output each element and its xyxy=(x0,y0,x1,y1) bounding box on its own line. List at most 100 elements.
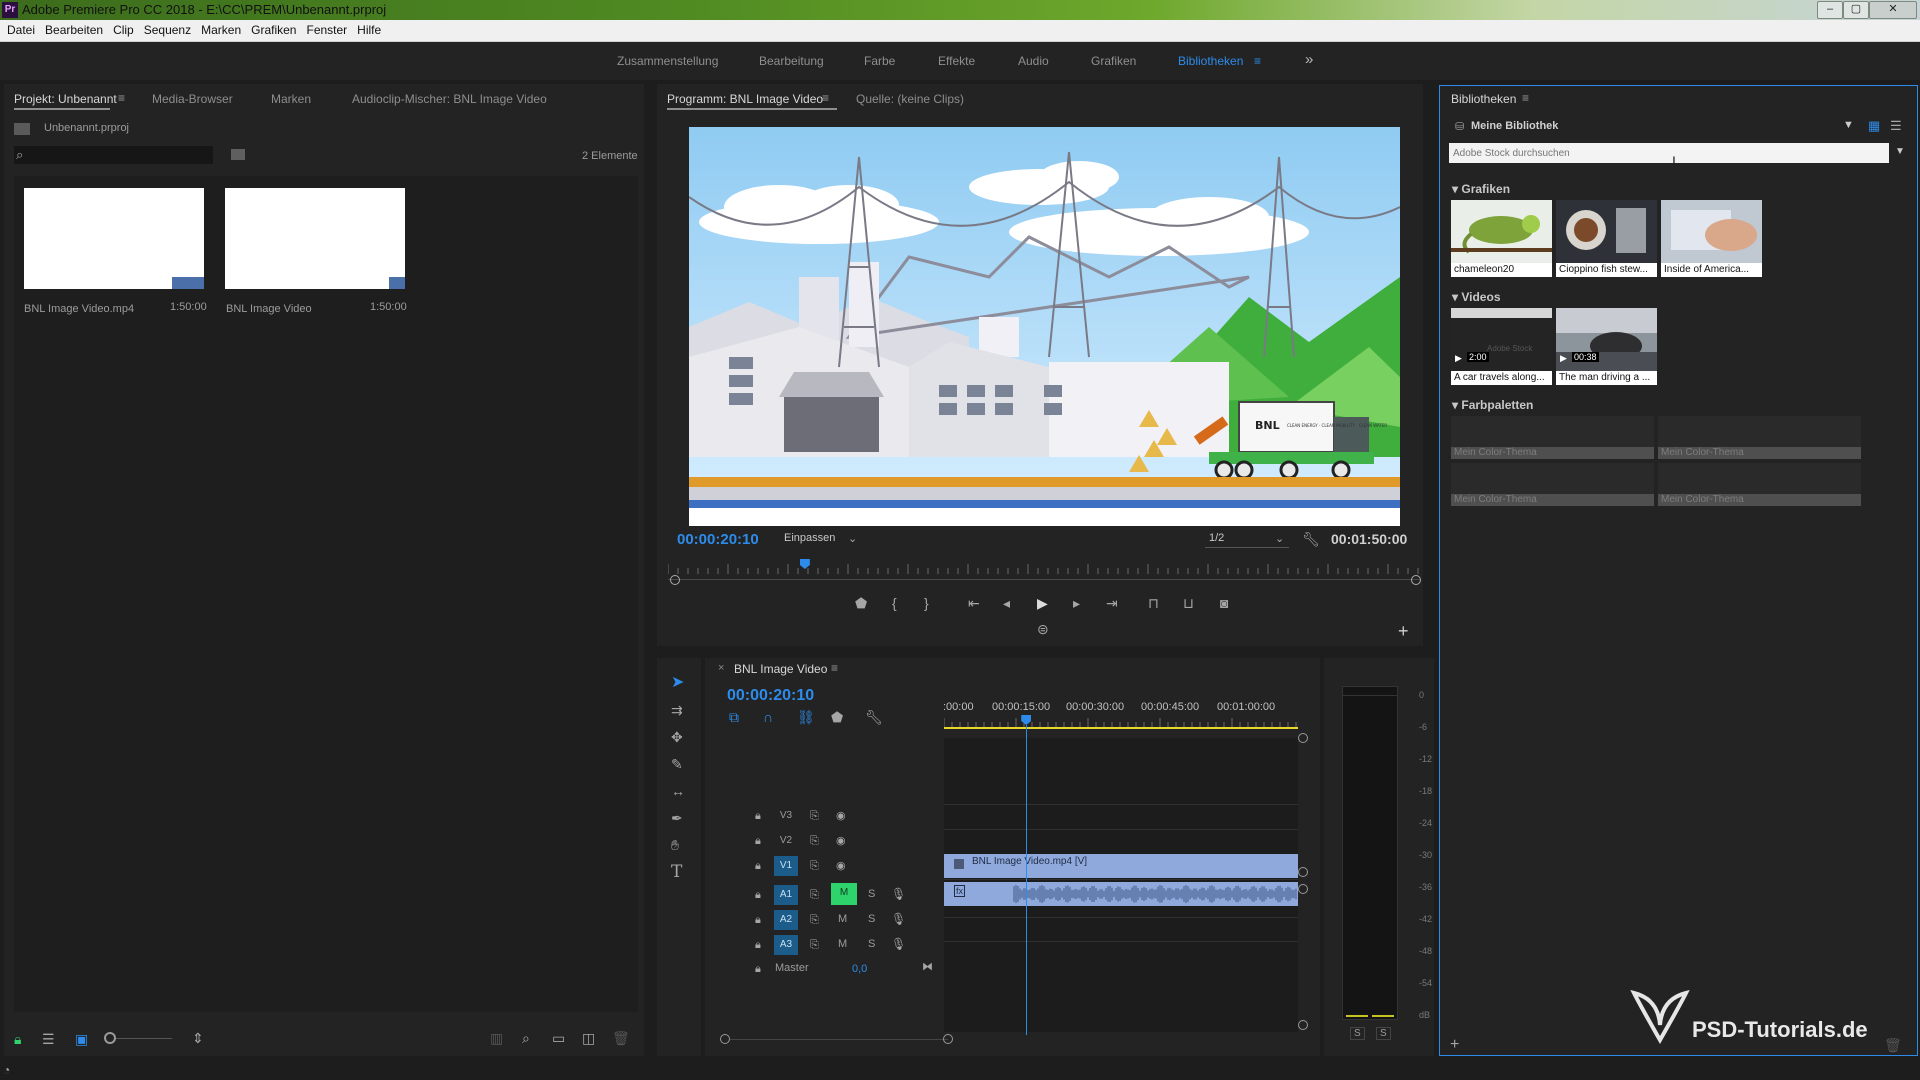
maximize-button[interactable]: ▢ xyxy=(1843,1,1869,19)
workspace-zusammenstellung[interactable]: Zusammenstellung xyxy=(617,54,718,68)
workspace-bibliotheken[interactable]: Bibliotheken xyxy=(1178,54,1243,68)
extract-icon[interactable]: ⊔ xyxy=(1183,596,1194,610)
fit-dropdown[interactable]: Einpassen ⌄ xyxy=(780,531,862,547)
menu-clip[interactable]: Clip xyxy=(113,20,134,41)
tab-source[interactable]: Quelle: (keine Clips) xyxy=(856,92,964,106)
vertical-scroll-handle[interactable] xyxy=(1298,884,1308,894)
project-item-thumbnail[interactable] xyxy=(225,188,405,289)
tab-libraries[interactable]: Bibliotheken xyxy=(1451,92,1516,106)
mark-out-icon[interactable]: } xyxy=(924,596,929,610)
snap-magnet-icon[interactable]: ∩ xyxy=(763,710,773,724)
track-select-tool-icon[interactable]: ⇉ xyxy=(671,703,683,717)
resolution-dropdown[interactable]: 1/2 ⌄ xyxy=(1205,531,1289,548)
project-item-name[interactable]: BNL Image Video xyxy=(226,303,312,315)
library-video-item[interactable]: Adobe Stock ▶ 2:00 A car travels along..… xyxy=(1451,308,1552,385)
project-search-field[interactable]: ⌕ xyxy=(14,146,213,164)
lock-track-icon[interactable]: 🔒︎ xyxy=(755,938,761,952)
project-item-thumbnail[interactable] xyxy=(24,188,204,289)
solo-right-button[interactable]: S xyxy=(1376,1027,1391,1040)
timeline-settings-wrench-icon[interactable]: 🔧︎ xyxy=(865,710,883,724)
vertical-scroll-handle[interactable] xyxy=(1298,1020,1308,1030)
sync-lock-icon[interactable]: ⎘ xyxy=(810,859,819,873)
comparison-view-icon[interactable]: ⊜ xyxy=(1037,622,1049,636)
stock-search-field[interactable] xyxy=(1449,143,1889,163)
lock-track-icon[interactable]: 🔒︎ xyxy=(755,834,761,848)
add-library-item-icon[interactable]: + xyxy=(1450,1037,1459,1053)
workspace-farbe[interactable]: Farbe xyxy=(864,54,895,68)
menu-marken[interactable]: Marken xyxy=(201,20,241,41)
lock-track-icon[interactable]: 🔒︎ xyxy=(755,809,761,823)
program-current-timecode[interactable]: 00:00:20:10 xyxy=(677,531,759,548)
vertical-scroll-handle[interactable] xyxy=(1298,733,1308,743)
color-theme-swatch[interactable]: Mein Color-Thema xyxy=(1658,463,1861,506)
close-tab-icon[interactable]: × xyxy=(718,662,724,674)
solo-button[interactable]: S xyxy=(868,888,875,900)
eye-icon[interactable]: ◉ xyxy=(836,809,846,823)
new-bin-icon[interactable]: ▭ xyxy=(552,1031,565,1045)
go-to-out-icon[interactable]: ⇥ xyxy=(1106,596,1118,610)
ripple-edit-tool-icon[interactable]: ✥ xyxy=(671,730,683,744)
slip-tool-icon[interactable]: ↔ xyxy=(671,784,685,798)
tab-marken[interactable]: Marken xyxy=(271,92,311,106)
linked-selection-icon[interactable]: ⛓︎ xyxy=(797,710,815,724)
new-item-icon[interactable]: ◫ xyxy=(582,1031,595,1045)
project-item-name[interactable]: BNL Image Video.mp4 xyxy=(24,303,134,315)
timeline-menu-icon[interactable]: ≡ xyxy=(831,661,838,675)
zoom-handle-left[interactable] xyxy=(670,575,680,585)
search-scope-caret-icon[interactable]: ▼ xyxy=(1895,146,1905,157)
workspace-menu-icon[interactable]: ≡ xyxy=(1254,54,1261,68)
audio-clip[interactable]: fx xyxy=(944,882,1298,906)
horizontal-scroll-handle[interactable] xyxy=(943,1034,953,1044)
trash-icon[interactable]: 🗑︎ xyxy=(612,1031,630,1045)
section-videos[interactable]: ▾ Videos xyxy=(1452,290,1501,304)
zoom-slider-track[interactable] xyxy=(116,1038,172,1039)
track-v3-label[interactable]: V3 xyxy=(774,806,798,826)
sync-lock-icon[interactable]: ⎘ xyxy=(810,938,819,952)
track-v1-label[interactable]: V1 xyxy=(774,856,798,876)
solo-button[interactable]: S xyxy=(868,938,875,950)
color-theme-swatch[interactable]: Mein Color-Thema xyxy=(1451,416,1654,459)
workspace-audio[interactable]: Audio xyxy=(1018,54,1049,68)
track-a3-label[interactable]: A3 xyxy=(774,935,798,955)
razor-tool-icon[interactable]: ✎ xyxy=(671,757,683,771)
project-search-input[interactable] xyxy=(34,147,208,163)
stock-search-input[interactable] xyxy=(1451,145,1885,162)
new-bin-from-search-icon[interactable] xyxy=(231,149,245,160)
pen-tool-icon[interactable]: ✒ xyxy=(671,811,683,825)
go-to-in-out-icon[interactable]: ⧓ xyxy=(922,960,933,974)
tab-project[interactable]: Projekt: Unbenannt xyxy=(14,92,117,106)
solo-left-button[interactable]: S xyxy=(1350,1027,1365,1040)
sort-icon[interactable]: ⇕ xyxy=(192,1031,204,1045)
type-tool-icon[interactable]: T xyxy=(671,864,682,881)
play-icon[interactable]: ▶ xyxy=(1037,596,1048,610)
sync-lock-icon[interactable]: ⎘ xyxy=(810,834,819,848)
add-button-icon[interactable]: + xyxy=(1398,622,1409,640)
sync-lock-icon[interactable]: ⎘ xyxy=(810,913,819,927)
workspace-effekte[interactable]: Effekte xyxy=(938,54,975,68)
horizontal-scroll-handle[interactable] xyxy=(720,1034,730,1044)
program-panel-menu-icon[interactable]: ≡ xyxy=(822,91,829,105)
library-video-item[interactable]: ▶ 00:38 The man driving a ... xyxy=(1556,308,1657,385)
library-graphic-item[interactable]: Cioppino fish stew... xyxy=(1556,200,1657,277)
microphone-icon[interactable]: 🎙︎ xyxy=(891,912,906,926)
menu-fenster[interactable]: Fenster xyxy=(306,20,347,41)
mute-button[interactable]: M xyxy=(838,938,847,950)
library-selector[interactable]: ⛁ Meine Bibliothek ▼ xyxy=(1451,118,1899,136)
hand-tool-icon[interactable]: ✋︎ xyxy=(671,838,679,852)
vertical-scroll-handle[interactable] xyxy=(1298,867,1308,877)
list-view-icon[interactable]: ☰ xyxy=(42,1032,55,1046)
track-v2-label[interactable]: V2 xyxy=(774,831,798,851)
lock-track-icon[interactable]: 🔒︎ xyxy=(755,859,761,873)
project-panel-menu-icon[interactable]: ≡ xyxy=(118,91,125,105)
video-clip[interactable]: BNL Image Video.mp4 [V] xyxy=(944,854,1298,878)
tab-sequence[interactable]: BNL Image Video xyxy=(734,662,827,676)
library-graphic-item[interactable]: Inside of America... xyxy=(1661,200,1762,277)
section-graphics[interactable]: ▾ Grafiken xyxy=(1452,182,1510,196)
horizontal-scrollbar[interactable] xyxy=(730,1039,948,1040)
library-graphic-item[interactable]: chameleon20 xyxy=(1451,200,1552,277)
wrench-settings-icon[interactable]: 🔧︎ xyxy=(1302,532,1320,546)
menu-bearbeiten[interactable]: Bearbeiten xyxy=(45,20,103,41)
add-marker-icon[interactable]: ⬟ xyxy=(855,596,867,610)
work-area-bar[interactable] xyxy=(944,727,1298,729)
mute-button[interactable]: M xyxy=(838,913,847,925)
